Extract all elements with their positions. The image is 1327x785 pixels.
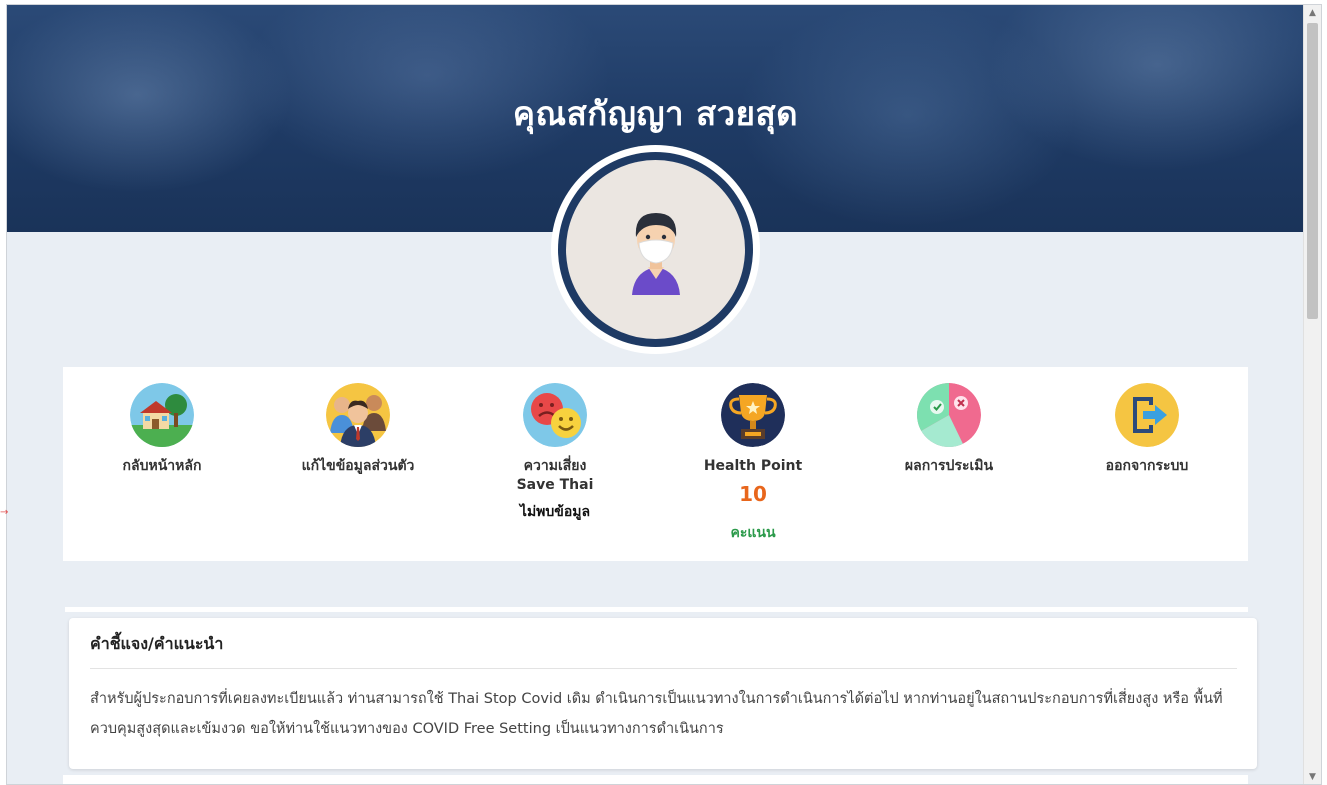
assessment-result-button[interactable]: ผลการประเมิน [859,383,1039,476]
scroll-up-arrow-icon[interactable]: ▲ [1304,5,1321,22]
instructions-title: คำชี้แจง/คำแนะนำ [90,634,224,653]
instructions-body: สำหรับผู้ประกอบการที่เคยลงทะเบียนแล้ว ท่… [90,691,1223,737]
arrow-icon: → [0,507,9,518]
vertical-scrollbar[interactable]: ▲ ▼ [1303,5,1321,784]
health-point-value: 10 [739,482,767,506]
health-point-label: Health Point [703,458,803,474]
menu-card: กลับหน้าหลัก แก้ไขข้อมูลส่วนตัว ความเสี่… [63,367,1248,561]
scrollbar-thumb[interactable] [1307,23,1318,319]
logout-button[interactable]: ออกจากระบบ [1057,383,1237,476]
profile-name: คุณสกัญญา สวยสุด [512,94,799,133]
health-point-unit: คะแนน [730,525,776,541]
scroll-down-arrow-icon[interactable]: ▼ [1304,769,1321,784]
trophy-icon [721,383,785,447]
edit-profile-label: แก้ไขข้อมูลส่วนตัว [301,458,415,474]
divider [65,607,1248,612]
house-icon [130,383,194,447]
risk-label: ความเสี่ยง [523,458,587,474]
browser-viewport: คุณสกัญญา สวยสุด กลับหน้าหลัก แก้ไขข้อมู… [6,4,1322,785]
avatar [551,145,760,354]
home-button[interactable]: กลับหน้าหลัก [72,383,252,476]
next-card-partial [63,775,1248,784]
risk-save-thai-button[interactable]: ความเสี่ยง Save Thai ไม่พบข้อมูล [465,383,645,523]
health-point-button[interactable]: Health Point 10 คะแนน [663,383,843,544]
home-label: กลับหน้าหลัก [122,458,202,474]
user-avatar-icon [631,212,680,295]
edit-profile-button[interactable]: แก้ไขข้อมูลส่วนตัว [268,383,448,476]
logout-label: ออกจากระบบ [1105,458,1189,474]
assessment-chart-icon [917,383,981,447]
instructions-card: คำชี้แจง/คำแนะนำ สำหรับผู้ประกอบการที่เค… [69,618,1257,769]
risk-faces-icon [523,383,587,447]
risk-status: ไม่พบข้อมูล [519,504,591,520]
instructions-divider [90,668,1237,669]
risk-sublabel: Save Thai [516,477,594,493]
people-icon [326,383,390,447]
assessment-label: ผลการประเมิน [904,458,994,474]
logout-icon [1115,383,1179,447]
